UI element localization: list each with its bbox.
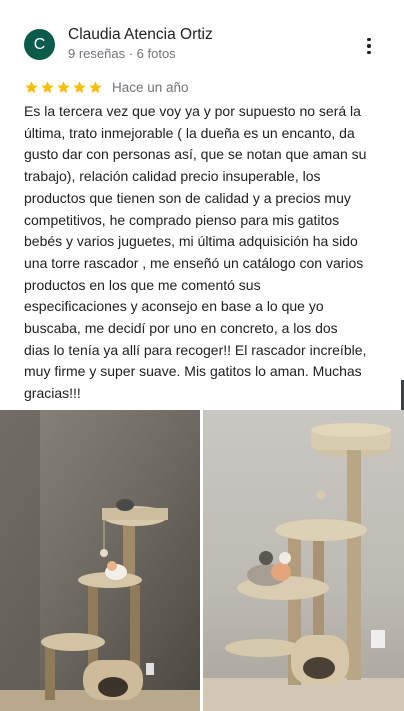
review-photo-1[interactable] <box>0 410 200 711</box>
more-vert-icon[interactable] <box>358 35 380 57</box>
star-icon <box>25 80 38 93</box>
author-avatar[interactable]: C <box>24 29 55 60</box>
review-photos <box>0 410 404 711</box>
star-icon <box>41 80 54 93</box>
review-header: C Claudia Atencia Ortiz 9 reseñas · 6 fo… <box>0 0 404 75</box>
star-icon <box>89 80 102 93</box>
review-photo-2[interactable] <box>203 410 404 711</box>
star-rating <box>24 80 103 95</box>
review-text: Es la tercera vez que voy ya y por supue… <box>24 103 367 402</box>
rating-row: Hace un año <box>24 78 189 96</box>
cat-tree-photo <box>203 410 404 711</box>
review-time: Hace un año <box>112 79 189 95</box>
star-icon <box>57 80 70 93</box>
star-icon <box>73 80 86 93</box>
author-meta: 9 reseñas · 6 fotos <box>68 46 176 61</box>
author-name[interactable]: Claudia Atencia Ortiz <box>68 26 213 44</box>
cat-tree-photo <box>0 410 200 711</box>
